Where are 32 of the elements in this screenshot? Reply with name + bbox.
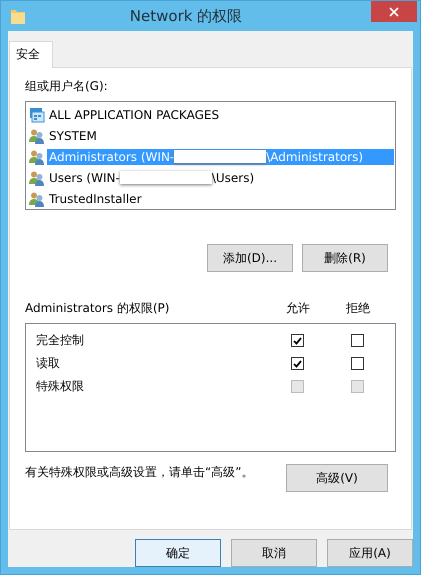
user-group-icon xyxy=(29,170,45,186)
folder-icon xyxy=(10,7,26,25)
user-action-button[interactable]: 删除(R) xyxy=(302,244,388,272)
dialog-button[interactable]: 取消 xyxy=(231,539,317,567)
user-group-icon xyxy=(29,128,45,144)
app-packages-icon xyxy=(29,106,45,122)
advanced-button[interactable]: 高级(V) xyxy=(286,464,388,492)
permission-name: 特殊权限 xyxy=(36,378,85,395)
column-header: 允许 xyxy=(285,300,311,317)
tab[interactable]: 安全 xyxy=(9,41,53,68)
column-header: 拒绝 xyxy=(345,300,371,317)
dialog-button[interactable]: 确定 xyxy=(135,539,221,567)
group-label: 组或用户名(G): xyxy=(25,78,109,95)
user-item[interactable]: Users (WIN- \Users) xyxy=(47,170,256,186)
user-action-button[interactable]: 添加(D)... xyxy=(207,244,293,272)
window-title: Network 的权限 xyxy=(128,6,244,26)
permission-name: 完全控制 xyxy=(36,332,85,349)
checkbox[interactable] xyxy=(290,357,304,370)
advanced-hint: 有关特殊权限或高级设置，请单击“高级”。 xyxy=(25,464,254,481)
dialog-button[interactable]: 应用(A) xyxy=(327,539,413,567)
checkbox[interactable] xyxy=(290,334,304,347)
close-icon xyxy=(389,6,399,16)
user-item[interactable]: TrustedInstaller xyxy=(47,190,144,206)
permission-name: 读取 xyxy=(36,355,61,372)
user-group-icon xyxy=(29,190,45,206)
permissions-label: Administrators 的权限(P) xyxy=(25,300,170,317)
user-item[interactable]: ALL APPLICATION PACKAGES xyxy=(47,106,222,122)
checkbox[interactable] xyxy=(350,334,364,347)
checkbox[interactable] xyxy=(350,357,364,370)
close-button[interactable] xyxy=(371,1,417,22)
user-item[interactable]: SYSTEM xyxy=(47,128,99,144)
user-group-icon xyxy=(29,148,45,164)
